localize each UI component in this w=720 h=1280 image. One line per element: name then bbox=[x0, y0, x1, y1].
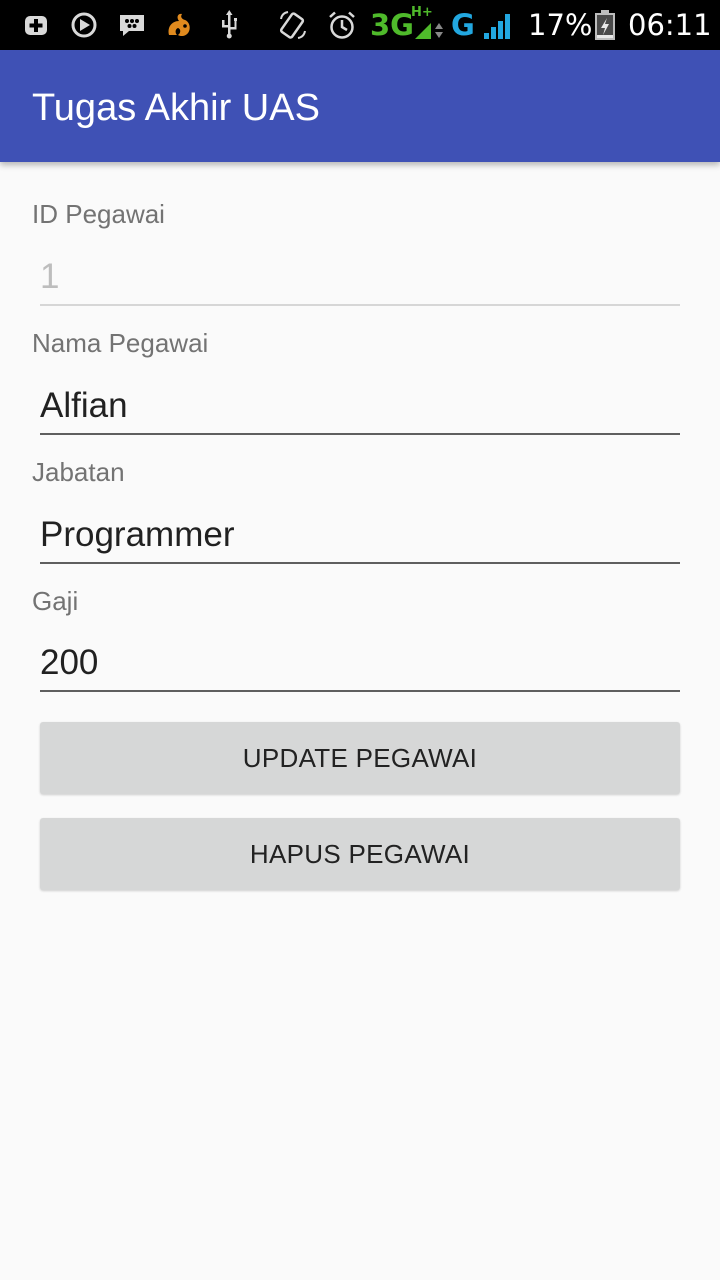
uc-browser-icon bbox=[164, 9, 194, 41]
signal-icon bbox=[481, 9, 515, 41]
status-bar: 3G H+ G 17% 06:11 bbox=[0, 0, 720, 50]
id-pegawai-label: ID Pegawai bbox=[32, 199, 165, 229]
hapus-pegawai-button[interactable]: HAPUS PEGAWAI bbox=[40, 818, 680, 890]
app-title: Tugas Akhir UAS bbox=[32, 87, 320, 129]
signal-3g-icon bbox=[413, 9, 447, 41]
usb-icon bbox=[214, 9, 244, 41]
sync-icon bbox=[69, 9, 99, 41]
id-pegawai-field bbox=[40, 250, 680, 306]
rotate-icon bbox=[278, 9, 308, 41]
network-3g-label: 3G bbox=[370, 8, 414, 42]
network-g-label: G bbox=[451, 8, 475, 42]
battery-icon bbox=[593, 9, 617, 41]
clock-time: 06:11 bbox=[628, 8, 712, 42]
jabatan-field[interactable] bbox=[40, 508, 680, 564]
nama-pegawai-label: Nama Pegawai bbox=[32, 328, 209, 358]
app-bar: Tugas Akhir UAS bbox=[0, 50, 720, 162]
alarm-icon bbox=[327, 9, 357, 41]
update-pegawai-button[interactable]: UPDATE PEGAWAI bbox=[40, 722, 680, 794]
bbm-icon bbox=[117, 9, 147, 41]
nama-pegawai-field[interactable] bbox=[40, 379, 680, 435]
gaji-field[interactable] bbox=[40, 636, 680, 692]
plus-icon bbox=[21, 9, 51, 41]
battery-percent: 17% bbox=[528, 8, 593, 42]
jabatan-label: Jabatan bbox=[32, 457, 125, 487]
gaji-label: Gaji bbox=[32, 586, 79, 616]
